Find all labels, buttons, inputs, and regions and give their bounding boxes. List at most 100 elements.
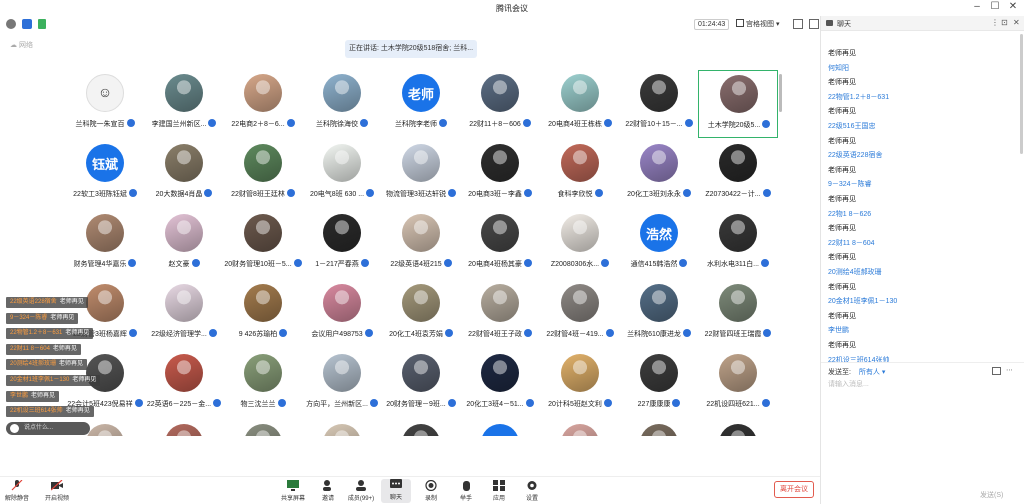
participant-tile[interactable] [302,420,382,436]
chat-popout-icon[interactable]: ⊡ [1001,18,1008,27]
send-button[interactable]: 发送(S) [980,490,1003,500]
chat-sender[interactable]: 9－324－陈睿 [828,179,872,189]
participant-tile[interactable]: 22电商2＋8－6... [223,70,303,138]
overlay-chat-input[interactable]: 说点什么... [6,422,90,435]
participant-tile[interactable]: 22级经济管理学... [144,280,224,348]
participant-tile[interactable]: ☺ 兰科院一朱宣百 [65,70,145,138]
chat-sender[interactable]: 20测绘4班郝玫珊 [828,267,882,277]
participant-tile[interactable]: 老师 兰科院李老师 [381,70,461,138]
participant-tile[interactable]: 土木学院20级5... [698,70,778,138]
participant-tile[interactable] [223,420,303,436]
emoji-icon[interactable] [10,424,19,433]
participant-tile[interactable]: 227康康康 [619,350,699,418]
chat-sender[interactable]: 何知阳 [828,63,849,73]
invite-button[interactable]: 邀请 [313,480,343,502]
participant-tile[interactable]: 22财管4班－419... [540,280,620,348]
close-icon[interactable]: ✕ [1006,1,1020,12]
chat-message-text: 老师再见 [828,166,856,174]
file-icon[interactable] [992,367,1001,375]
participant-tile[interactable]: 22级英语4班215 [381,210,461,278]
participant-tile[interactable]: 22机设四班621... [698,350,778,418]
minimize-icon[interactable]: – [970,1,984,12]
signal-icon[interactable] [38,19,46,29]
participant-tile[interactable]: 方向平，兰州新区... [302,350,382,418]
participant-tile[interactable]: 20化工3班4－51... [460,350,540,418]
participant-tile[interactable]: 22财管4班王子政 [460,280,540,348]
shield-icon[interactable] [22,19,32,29]
sidebar-toggle-icon[interactable] [809,19,819,29]
mic-icon [366,189,375,197]
gallery-view-button[interactable]: 宫格视图 ▾ [736,19,779,30]
participant-tile[interactable]: 20电商3班－李鑫 [460,140,540,208]
record-button[interactable]: 录制 [416,480,446,502]
chat-input[interactable]: 请输入消息... [828,379,869,389]
chat-sender[interactable]: 22物1 8－626 [828,209,871,219]
fullscreen-icon[interactable] [793,19,803,29]
more-options-icon[interactable]: ⋯ [1006,366,1013,374]
participant-tile[interactable]: 20电气8班 630 ... [302,140,382,208]
participant-tile[interactable]: 20财务管理10班－5... [223,210,303,278]
participant-tile[interactable]: 李建国兰州新区... [144,70,224,138]
grid-scrollbar[interactable] [779,74,782,112]
share-screen-button[interactable]: 共享屏幕 [278,480,308,502]
participant-tile[interactable]: 22英语6－225－金... [144,350,224,418]
participant-tile[interactable]: 财务管理4华嘉乐 [65,210,145,278]
participant-tile[interactable]: 物流管理3班达轩锐 [381,140,461,208]
participant-tile[interactable]: 食科李欣悦 [540,140,620,208]
start-video-button[interactable]: 开启视频 [42,480,72,502]
participant-tile[interactable]: 钰斌 22软工3班陈钰斌 [65,140,145,208]
participant-tile[interactable]: 20大数据4肖晶 [144,140,224,208]
participant-tile[interactable]: 22财管10＋15－... [619,70,699,138]
participant-tile[interactable]: 会议用户498753 [302,280,382,348]
chat-button[interactable]: 聊天 [381,479,411,503]
raise-hand-button[interactable]: 举手 [451,480,481,502]
chat-sender[interactable]: 20金材1班李佩1－130 [828,296,897,306]
participant-tile[interactable]: 水利水电311白... [698,210,778,278]
unmute-button[interactable]: 解除静音 [2,480,32,502]
participant-tile[interactable] [144,420,224,436]
participant-tile[interactable]: 05 [460,420,540,436]
participant-tile[interactable]: 赵文豪 [144,210,224,278]
participant-tile[interactable] [540,420,620,436]
participant-tile[interactable]: 9 426苏瑜柏 [223,280,303,348]
send-to-select[interactable]: 所有人 ▾ [859,369,885,376]
chat-sender[interactable]: 22级英语228宿舍 [828,150,882,160]
mic-icon [447,189,456,197]
participant-tile[interactable]: 22财11＋8－606 [460,70,540,138]
participant-tile[interactable] [698,420,778,436]
participant-tile[interactable]: Z20080306水... [540,210,620,278]
chat-sender[interactable]: 22级516王国忠 [828,121,875,131]
participant-tile[interactable]: 20财务管理－9班... [381,350,461,418]
participant-tile[interactable]: 浩然 通信415韩浩然 [619,210,699,278]
participant-tile[interactable] [381,420,461,436]
settings-button[interactable]: 设置 [517,480,547,502]
participant-tile[interactable]: 兰科院徐海佼 [302,70,382,138]
participant-tile[interactable]: 物三沈兰兰 [223,350,303,418]
participant-tile[interactable]: 20计科5班赵文利 [540,350,620,418]
participant-tile[interactable]: 1－217严春燕 [302,210,382,278]
participant-tile[interactable]: Z20730422－计... [698,140,778,208]
chat-sender[interactable]: 22物管1.2＋8－631 [828,92,889,102]
participant-tile[interactable]: 20化工4班袁芳娟 [381,280,461,348]
members-button[interactable]: 成员(99+) [346,480,376,502]
maximize-icon[interactable]: ☐ [988,1,1002,12]
participant-tile[interactable]: 20电商4班杨其豪 [460,210,540,278]
chat-sender[interactable]: 李世鹏 [828,325,849,335]
participant-tile[interactable]: 兰科院610康进龙 [619,280,699,348]
participant-tile[interactable] [619,420,699,436]
participant-tile[interactable]: 20电商4班王栋栋 [540,70,620,138]
participant-tile[interactable]: 22财管8班王廷林 [223,140,303,208]
chat-sender[interactable]: 22财11 8－604 [828,238,875,248]
chat-close-icon[interactable]: ✕ [1013,18,1020,27]
overlay-message-text: 老师再见 [52,345,77,352]
leave-meeting-button[interactable]: 离开会议 [774,481,814,498]
chat-more-icon[interactable]: ⋮ [991,18,999,27]
participant-name-text: 李建国兰州新区... [151,121,207,128]
info-icon[interactable] [6,19,16,29]
chat-scrollbar[interactable] [1020,34,1023,154]
apps-button[interactable]: 应用 [484,480,514,502]
chat-sender[interactable]: 22机设三班614张帅 [828,355,889,365]
participant-tile[interactable]: 20化工3班刘永永 [619,140,699,208]
avatar [165,144,203,182]
participant-tile[interactable]: 22财管四班王瑞霞 [698,280,778,348]
